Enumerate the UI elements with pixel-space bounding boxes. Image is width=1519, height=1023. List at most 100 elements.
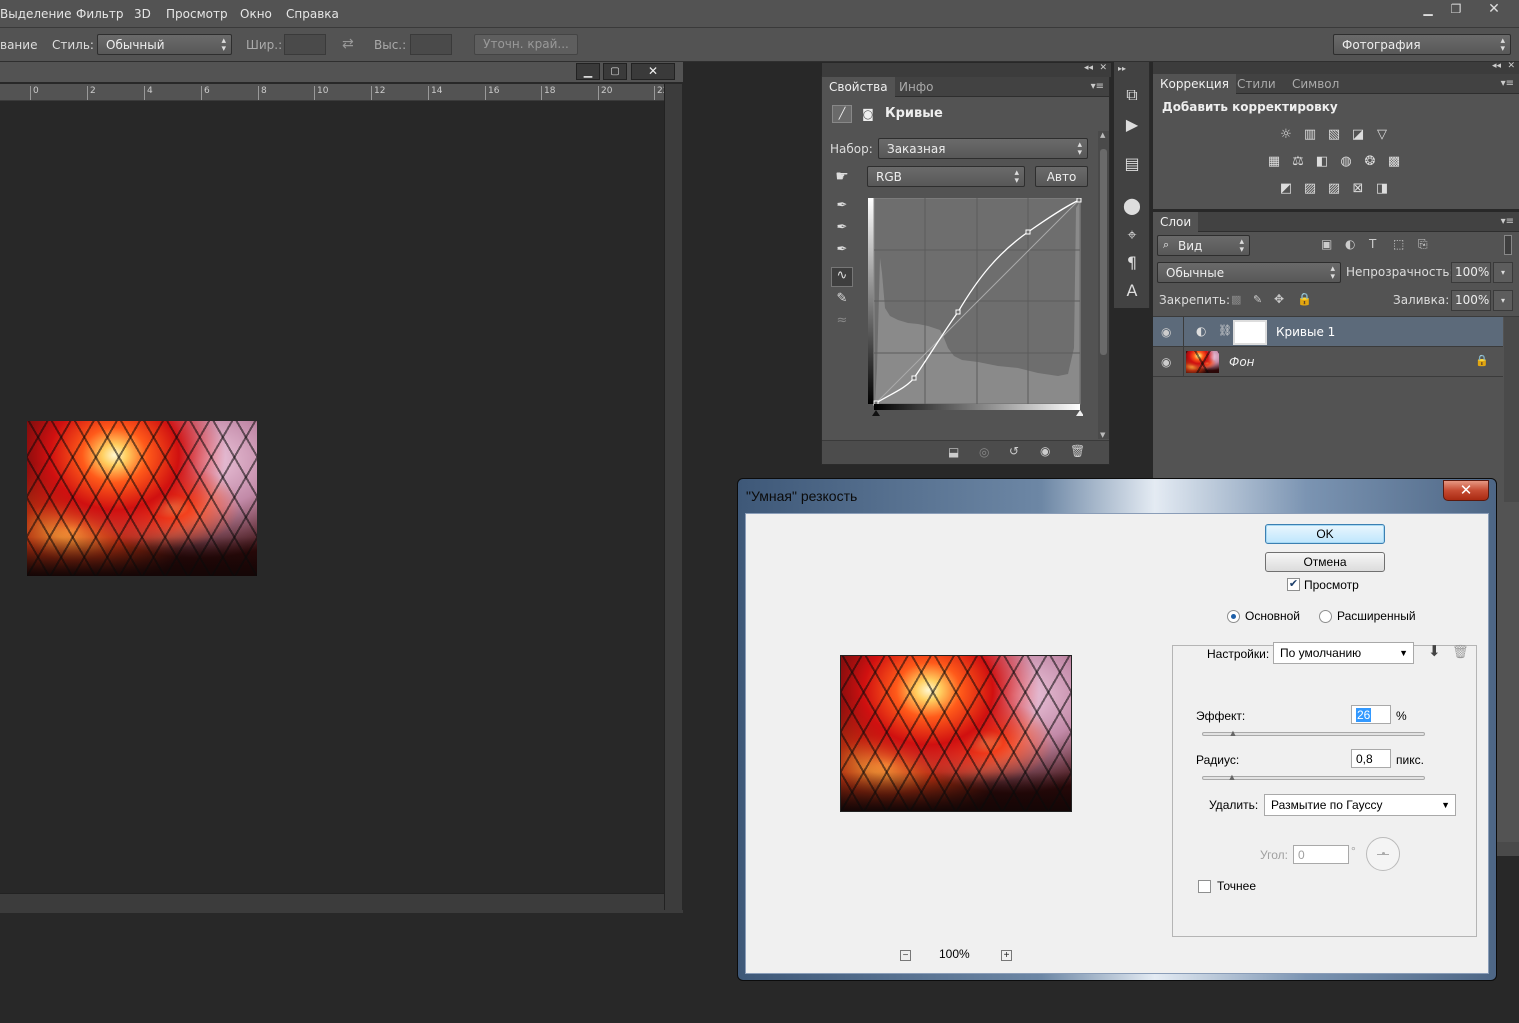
auto-button[interactable]: Авто — [1035, 166, 1088, 187]
angle-dial[interactable] — [1366, 837, 1400, 871]
invert-icon[interactable]: ◩ — [1277, 180, 1295, 198]
exposure-icon[interactable]: ◪ — [1349, 126, 1367, 144]
delete-icon[interactable]: 🗑 — [1070, 444, 1085, 458]
black-point-eyedropper-icon[interactable]: ✒ — [831, 198, 853, 218]
fill-input[interactable]: 100% — [1451, 290, 1491, 311]
blend-mode-select[interactable]: Обычные ▴ ▾ — [1157, 262, 1341, 283]
vibrance-icon[interactable]: ▽ — [1373, 126, 1391, 144]
amount-slider-thumb[interactable]: ▲ — [1228, 729, 1238, 738]
posterize-icon[interactable]: ▨ — [1301, 180, 1319, 198]
curves-icon[interactable]: ▧ — [1325, 126, 1343, 144]
doc-minimize-icon[interactable]: ▁ — [576, 63, 600, 80]
filter-type-icon[interactable]: T — [1369, 237, 1376, 251]
tab-layers[interactable]: Слои — [1153, 212, 1199, 232]
document-canvas[interactable] — [0, 101, 664, 893]
panel-collapse-bar[interactable]: ◂◂ ✕ — [1153, 61, 1519, 74]
actions-play-icon[interactable]: ▶ — [1121, 114, 1143, 136]
cancel-button[interactable]: Отмена — [1265, 552, 1385, 572]
layer-name[interactable]: Фон — [1229, 355, 1255, 369]
filter-toggle[interactable] — [1504, 235, 1512, 255]
paths-icon[interactable]: ⌖ — [1121, 224, 1143, 246]
channel-mixer-icon[interactable]: ❂ — [1361, 153, 1379, 171]
menu-view[interactable]: Просмотр — [166, 7, 228, 21]
remove-select[interactable]: Размытие по Гауссу ▼ — [1264, 794, 1456, 816]
eye-visibility-icon[interactable]: ◉ — [1161, 355, 1171, 369]
hand-target-icon[interactable]: ☛ — [831, 167, 853, 187]
zoom-out-icon[interactable]: − — [900, 950, 911, 961]
workspace-select[interactable]: Фотография ▴ ▾ — [1333, 34, 1511, 55]
pencil-draw-icon[interactable]: ✎ — [831, 291, 853, 311]
zoom-in-icon[interactable]: + — [1001, 950, 1012, 961]
panel-menu-icon[interactable]: ▾≡ — [1501, 78, 1514, 89]
panel-menu-icon[interactable]: ▾≡ — [1091, 81, 1104, 92]
doc-maximize-icon[interactable]: ▢ — [603, 63, 627, 80]
close-panel-icon[interactable]: ✕ — [1099, 63, 1107, 73]
minimize-icon[interactable]: ▁ — [1414, 1, 1442, 18]
tab-styles[interactable]: Стили — [1230, 74, 1283, 94]
clip-to-layer-icon[interactable]: ⬓ — [948, 445, 959, 459]
layer-filter-select[interactable]: ⌕ Вид ▴ ▾ — [1157, 235, 1250, 256]
lock-image-icon[interactable]: ✎ — [1253, 293, 1262, 306]
panel-collapse-bar[interactable]: ◂◂ ✕ — [822, 63, 1111, 77]
filter-adjustment-icon[interactable]: ◐ — [1345, 237, 1355, 251]
filter-smart-object-icon[interactable]: ⎘ — [1418, 237, 1428, 252]
angle-input[interactable]: 0 — [1293, 845, 1349, 864]
layer-row[interactable]: ◉ Фон 🔒 — [1153, 347, 1503, 377]
lock-all-icon[interactable]: 🔒 — [1297, 292, 1312, 306]
channels-icon[interactable]: ⬤ — [1121, 195, 1143, 217]
smooth-curve-icon[interactable]: ≈ — [831, 313, 853, 333]
fill-dropdown-icon[interactable]: ▾ — [1493, 290, 1513, 311]
mode-advanced-radio[interactable] — [1319, 610, 1332, 623]
collapse-icon[interactable]: ◂◂ — [1084, 63, 1093, 73]
curves-graph[interactable] — [868, 197, 1084, 416]
tab-character[interactable]: Символ — [1285, 74, 1346, 94]
radius-input[interactable]: 0,8 — [1351, 749, 1391, 768]
panel-menu-icon[interactable]: ▾≡ — [1501, 216, 1514, 227]
curves-graph-svg[interactable] — [868, 197, 1084, 416]
menu-select[interactable]: Выделение — [0, 7, 71, 21]
radius-slider-thumb[interactable]: ▲ — [1227, 773, 1237, 782]
curve-edit-icon[interactable]: ∿ — [831, 267, 853, 287]
refine-edge-button[interactable]: Уточн. край... — [474, 34, 578, 55]
hue-saturation-icon[interactable]: ▦ — [1265, 153, 1283, 171]
menu-window[interactable]: Окно — [240, 7, 272, 21]
restore-icon[interactable]: ❐ — [1442, 1, 1470, 18]
doc-close-icon[interactable]: ✕ — [631, 63, 675, 80]
character-icon[interactable]: A — [1121, 280, 1143, 302]
menu-filter[interactable]: Фильтр — [76, 7, 123, 21]
close-panel-icon[interactable]: ✕ — [1507, 61, 1515, 71]
close-app-icon[interactable]: ✕ — [1480, 1, 1508, 18]
reset-icon[interactable]: ↺ — [1009, 444, 1019, 458]
opacity-input[interactable]: 100% — [1451, 262, 1491, 283]
lock-position-icon[interactable]: ✥ — [1274, 292, 1284, 306]
swap-icon[interactable]: ⇄ — [342, 36, 354, 52]
view-previous-icon[interactable]: ◎ — [979, 445, 989, 459]
ok-button[interactable]: OK — [1265, 524, 1385, 544]
filter-shape-icon[interactable]: ⬚ — [1393, 237, 1404, 251]
curves-adjustment-icon[interactable]: ╱ — [832, 105, 852, 123]
mode-basic-radio[interactable] — [1227, 610, 1240, 623]
gradient-map-icon[interactable]: ◨ — [1373, 180, 1391, 198]
layer-mask-thumbnail[interactable] — [1233, 320, 1267, 345]
mask-icon[interactable]: ◙ — [858, 105, 878, 123]
dialog-close-icon[interactable]: ✕ — [1443, 480, 1489, 501]
color-balance-icon[interactable]: ⚖ — [1289, 153, 1307, 171]
opacity-dropdown-icon[interactable]: ▾ — [1493, 262, 1513, 283]
brightness-icon[interactable]: ☼ — [1277, 126, 1295, 144]
vertical-scrollbar[interactable] — [664, 84, 682, 910]
gray-point-eyedropper-icon[interactable]: ✒ — [831, 220, 853, 240]
levels-icon[interactable]: ▥ — [1301, 126, 1319, 144]
horizontal-scrollbar[interactable] — [0, 893, 664, 910]
menu-help[interactable]: Справка — [286, 7, 339, 21]
preset-select[interactable]: Заказная ▴ ▾ — [878, 138, 1088, 159]
scroll-up-icon[interactable]: ▲ — [1100, 131, 1105, 139]
filter-pixel-icon[interactable]: ▣ — [1321, 237, 1332, 251]
collapse-icon[interactable]: ◂◂ — [1492, 61, 1501, 71]
more-accurate-checkbox[interactable] — [1198, 880, 1211, 893]
scroll-down-icon[interactable]: ▼ — [1100, 431, 1105, 439]
height-input[interactable] — [410, 34, 452, 55]
amount-input[interactable]: 26 — [1351, 705, 1391, 724]
tool-presets-icon[interactable]: ▤ — [1121, 153, 1143, 175]
layer-thumbnail[interactable] — [1186, 351, 1219, 373]
channel-select[interactable]: RGB ▴ ▾ — [867, 166, 1025, 187]
